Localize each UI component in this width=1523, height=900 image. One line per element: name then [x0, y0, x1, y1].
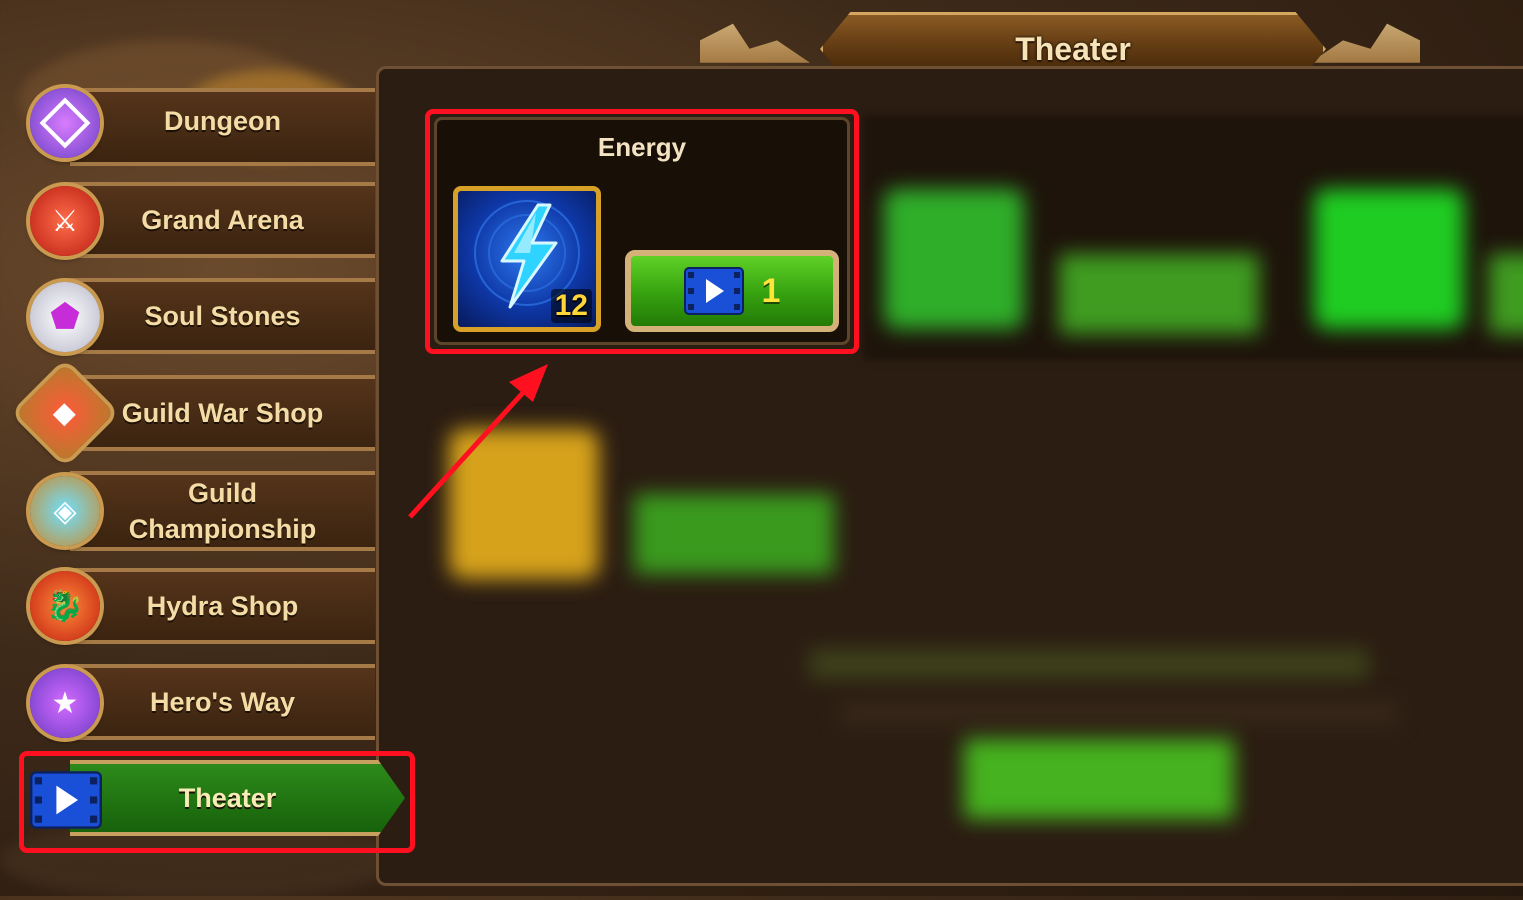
menu-item-soul-stones[interactable]: Soul Stones: [70, 278, 375, 354]
blurred-info-text: [839, 699, 1399, 727]
heros-way-icon: ★: [30, 668, 100, 738]
menu-item-label: Hero's Way: [150, 687, 295, 717]
menu-item-label: Guild Championship: [129, 475, 317, 547]
menu-item-guild-war-shop[interactable]: Guild War Shop: [70, 375, 375, 451]
grand-arena-icon: ⚔: [30, 186, 100, 256]
theater-tab-highlight: [19, 751, 415, 853]
menu-item-guild-championship[interactable]: Guild Championship: [70, 471, 375, 551]
menu-item-hydra-shop[interactable]: Hydra Shop: [70, 568, 375, 644]
blurred-offer-icon: [449, 429, 599, 579]
menu-item-heros-way[interactable]: Hero's Way: [70, 664, 375, 740]
menu-item-label-line2: Championship: [128, 514, 317, 544]
menu-item-label: Hydra Shop: [146, 591, 299, 621]
blurred-offer-button: [1489, 254, 1523, 334]
soul-stone-icon: ⬟: [30, 282, 100, 352]
hydra-icon: 🐉: [30, 571, 100, 641]
screen-title: Theater: [1015, 30, 1131, 67]
menu-item-grand-arena[interactable]: Grand Arena: [70, 182, 375, 258]
blurred-info-text: [809, 649, 1369, 679]
menu-item-label: Grand Arena: [141, 205, 304, 235]
blurred-action-button: [964, 739, 1234, 819]
menu-item-label-line1: Guild: [188, 478, 257, 508]
menu-item-label: Guild War Shop: [121, 398, 324, 428]
dungeon-icon: [30, 88, 100, 158]
menu-item-dungeon[interactable]: Dungeon: [70, 88, 375, 166]
menu-item-label: Soul Stones: [144, 301, 301, 331]
menu-item-label: Dungeon: [164, 106, 281, 136]
guild-championship-icon: ◈: [30, 476, 100, 546]
blurred-offer-button: [1059, 254, 1259, 334]
blurred-offer-icon: [1314, 189, 1464, 329]
blurred-offer-icon: [884, 189, 1024, 329]
blurred-offer-button: [634, 494, 834, 574]
energy-card-highlight: [425, 109, 859, 354]
